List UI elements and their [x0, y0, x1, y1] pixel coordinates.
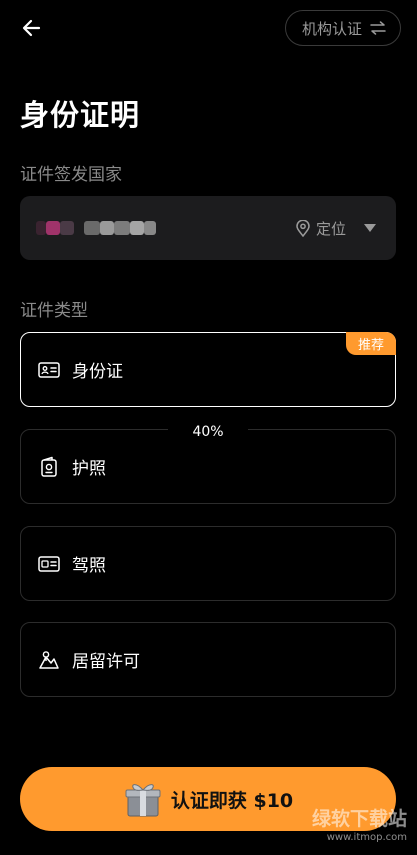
recommended-badge: 推荐: [345, 332, 396, 355]
driver-license-icon: [38, 553, 60, 575]
locate-button[interactable]: 定位: [296, 218, 346, 239]
swap-arrows-icon: [370, 21, 386, 35]
doc-option-label: 身份证: [72, 362, 123, 382]
back-button[interactable]: [18, 14, 46, 42]
arrow-left-icon: [22, 19, 41, 37]
doc-option-id-card[interactable]: 身份证 推荐: [20, 332, 396, 407]
progress-percent: 40%: [168, 421, 248, 443]
doc-option-label: 居留许可: [72, 652, 140, 672]
watermark-url: www.itmop.com: [326, 832, 407, 843]
residence-permit-icon: [38, 649, 60, 671]
doc-option-residence-permit[interactable]: 居留许可: [20, 622, 396, 697]
triangle-down-icon[interactable]: [364, 224, 376, 232]
org-verification-button[interactable]: 机构认证: [284, 10, 401, 46]
id-card-icon: [38, 359, 60, 381]
doc-type-section-label: 证件类型: [20, 301, 88, 321]
page-title: 身份证明: [20, 98, 141, 132]
watermark-name: 绿软下载站: [311, 808, 407, 830]
watermark: 绿软下载站 www.itmop.com: [312, 810, 407, 843]
doc-option-label: 护照: [72, 459, 106, 479]
gift-box-icon: [125, 784, 161, 817]
country-select-field[interactable]: 定位: [20, 196, 396, 260]
doc-option-label: 驾照: [72, 556, 106, 576]
passport-icon: [38, 456, 60, 478]
locate-label: 定位: [315, 219, 346, 238]
location-pin-icon: [296, 219, 310, 237]
country-section-label: 证件签发国家: [20, 165, 122, 185]
org-verification-label: 机构认证: [301, 19, 362, 38]
blurred-country-value: [36, 221, 156, 235]
doc-option-driver-license[interactable]: 驾照: [20, 526, 396, 601]
verify-reward-label: 认证即获 $10: [170, 789, 294, 812]
